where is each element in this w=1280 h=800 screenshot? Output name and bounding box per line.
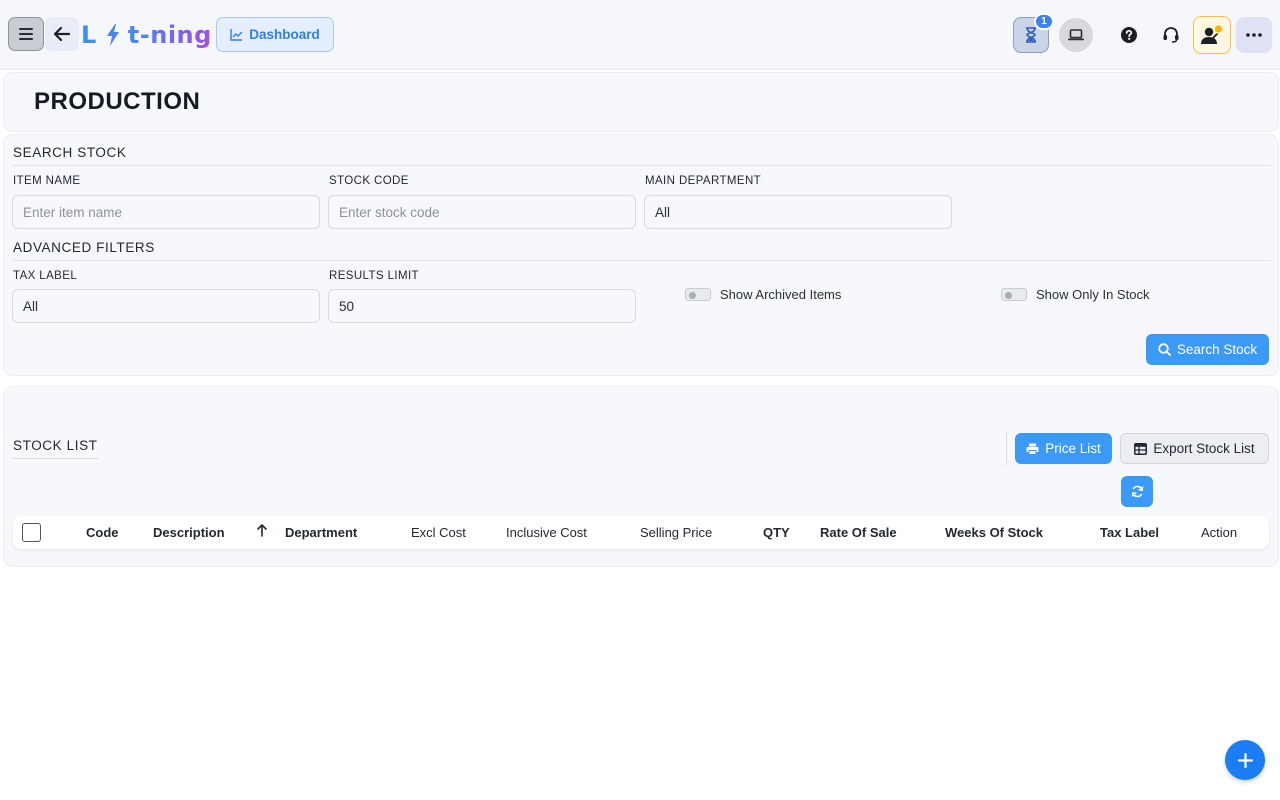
add-item-button[interactable] <box>1225 740 1265 780</box>
column-header-tax-label[interactable]: Tax Label <box>1100 525 1159 540</box>
show-archived-toggle[interactable]: Show Archived Items <box>685 287 841 302</box>
hourglass-icon <box>1026 27 1036 43</box>
top-navigation-bar: L t-ning Dashboard 1 <box>0 0 1280 70</box>
headset-icon <box>1163 27 1179 43</box>
item-name-label: ITEM NAME <box>13 175 81 187</box>
column-header-code[interactable]: Code <box>86 525 119 540</box>
page-title: PRODUCTION <box>34 88 201 115</box>
main-department-select[interactable]: All <box>644 195 952 229</box>
support-button[interactable] <box>1153 17 1189 53</box>
toggle-switch[interactable] <box>685 288 711 301</box>
column-header-excl-cost[interactable]: Excl Cost <box>411 525 466 540</box>
user-profile-button[interactable] <box>1193 16 1231 54</box>
question-icon <box>1121 27 1137 43</box>
show-in-stock-label: Show Only In Stock <box>1036 287 1150 302</box>
help-button[interactable] <box>1111 17 1147 53</box>
device-button[interactable] <box>1059 18 1093 52</box>
arrow-left-icon <box>54 27 70 41</box>
printer-icon <box>1026 443 1039 455</box>
stock-table-header: Code Description Department Excl Cost In… <box>13 516 1269 549</box>
item-name-input[interactable] <box>12 195 320 229</box>
lightning-icon <box>106 24 120 46</box>
logo-text: t-ning <box>127 21 212 49</box>
refresh-button[interactable] <box>1121 476 1153 507</box>
column-header-qty[interactable]: QTY <box>763 525 790 540</box>
arrow-up-icon[interactable] <box>257 524 267 537</box>
hamburger-icon <box>19 28 33 40</box>
column-header-action: Action <box>1201 525 1238 540</box>
export-stock-list-label: Export Stock List <box>1153 441 1255 456</box>
menu-toggle-button[interactable] <box>8 17 44 51</box>
tax-label-label: TAX LABEL <box>13 270 78 282</box>
laptop-icon <box>1068 29 1084 41</box>
stock-code-input[interactable] <box>328 195 636 229</box>
toggle-switch[interactable] <box>1001 288 1027 301</box>
search-stock-heading: SEARCH STOCK <box>13 145 127 160</box>
toolbar-divider <box>1006 433 1007 465</box>
refresh-icon <box>1131 485 1143 498</box>
main-department-label: MAIN DEPARTMENT <box>645 175 762 187</box>
tax-label-select[interactable]: All <box>12 289 320 323</box>
back-button[interactable] <box>45 17 79 51</box>
search-icon <box>1158 343 1171 356</box>
dashboard-button[interactable]: Dashboard <box>216 17 334 52</box>
column-header-department[interactable]: Department <box>285 525 357 540</box>
price-list-button[interactable]: Price List <box>1015 433 1112 464</box>
app-logo[interactable]: L t-ning <box>81 17 212 53</box>
section-divider <box>13 165 1271 166</box>
notification-badge: 1 <box>1034 13 1054 30</box>
column-header-weeks-of-stock[interactable]: Weeks Of Stock <box>945 525 1043 540</box>
dashboard-label: Dashboard <box>249 27 320 42</box>
column-header-rate-of-sale[interactable]: Rate Of Sale <box>820 525 897 540</box>
column-header-description[interactable]: Description <box>153 525 225 540</box>
column-header-inclusive-cost[interactable]: Inclusive Cost <box>506 525 587 540</box>
column-header-selling-price[interactable]: Selling Price <box>640 525 712 540</box>
search-stock-button[interactable]: Search Stock <box>1146 334 1269 365</box>
show-in-stock-toggle[interactable]: Show Only In Stock <box>1001 287 1149 302</box>
stock-list-heading: STOCK LIST <box>13 438 98 459</box>
user-status-icon <box>1201 24 1224 44</box>
export-stock-list-button[interactable]: Export Stock List <box>1120 433 1269 464</box>
search-stock-panel: SEARCH STOCK ITEM NAME STOCK CODE MAIN D… <box>3 134 1279 376</box>
logo-letter: L <box>81 21 97 49</box>
results-limit-input[interactable] <box>328 289 636 323</box>
plus-icon <box>1237 752 1253 768</box>
ellipsis-icon <box>1246 33 1262 37</box>
show-archived-label: Show Archived Items <box>720 287 842 302</box>
stock-list-panel: STOCK LIST Price List Export Stock List … <box>3 386 1279 567</box>
more-options-button[interactable] <box>1236 17 1272 53</box>
price-list-label: Price List <box>1045 441 1101 456</box>
search-stock-label: Search Stock <box>1176 342 1258 357</box>
tasks-button[interactable]: 1 <box>1013 13 1054 53</box>
chart-line-icon <box>230 28 243 41</box>
results-limit-label: RESULTS LIMIT <box>329 270 419 282</box>
table-icon <box>1134 442 1148 455</box>
select-all-checkbox[interactable] <box>22 523 41 542</box>
advanced-filters-heading: ADVANCED FILTERS <box>13 240 155 255</box>
page-title-card: PRODUCTION <box>3 72 1279 132</box>
section-divider <box>13 260 1271 261</box>
stock-code-label: STOCK CODE <box>329 175 409 187</box>
